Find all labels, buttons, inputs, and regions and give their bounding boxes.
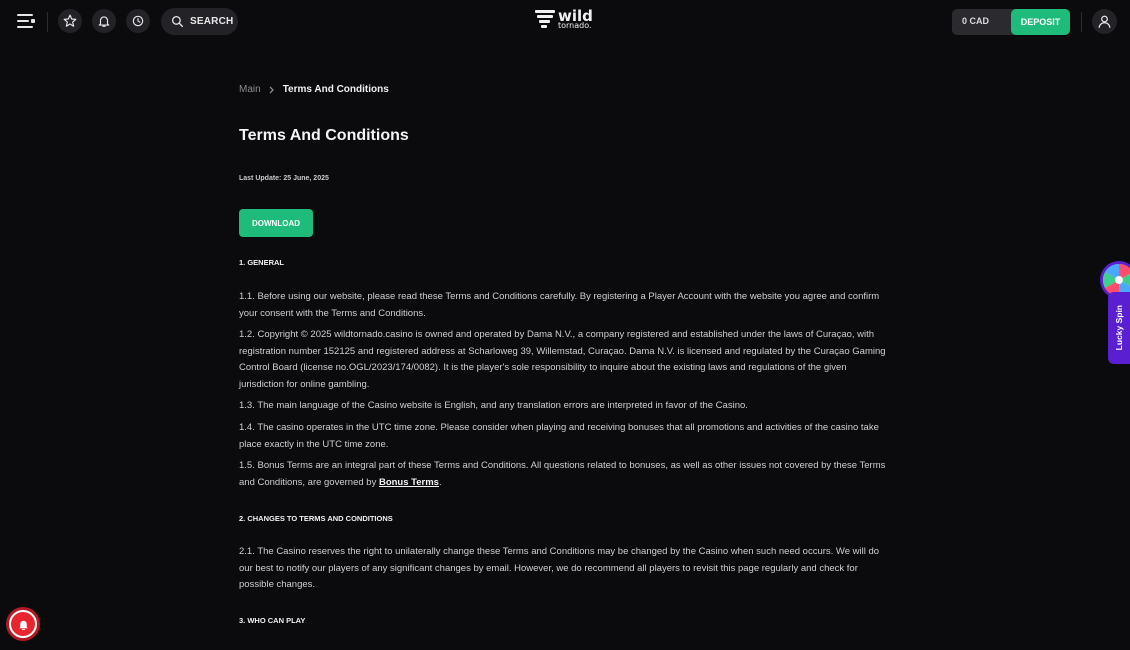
chevron-right-icon: [269, 86, 274, 93]
paragraph-1-1: 1.1. Before using our website, please re…: [239, 291, 880, 319]
lucky-spin-label: Lucky Spin: [1114, 305, 1124, 351]
paragraph-1-4: 1.4. The casino operates in the UTC time…: [239, 422, 879, 450]
balance-amount: 0 CAD: [962, 16, 990, 26]
paragraph-1-5-text: 1.5. Bonus Terms are an integral part of…: [239, 460, 886, 488]
notifications-button[interactable]: [92, 9, 116, 33]
breadcrumb: Main Terms And Conditions: [239, 84, 389, 95]
star-icon: [63, 14, 77, 27]
breadcrumb-current: Terms And Conditions: [282, 84, 389, 95]
notification-bell-button[interactable]: [9, 610, 37, 638]
section-heading-general: 1. GENERAL: [239, 258, 285, 267]
section-heading-changes: 2. CHANGES TO TERMS AND CONDITIONS: [239, 514, 393, 523]
header-divider: [47, 12, 48, 32]
tornado-logo-icon: [535, 10, 555, 28]
favorites-button[interactable]: [58, 9, 82, 33]
paragraph-1-5-end: .: [438, 476, 442, 488]
top-bar: SEARCH wild tornado. 0 CAD DEPOSIT: [0, 0, 1130, 44]
hamburger-menu-icon: [17, 14, 35, 28]
deposit-button[interactable]: DEPOSIT: [1011, 9, 1070, 35]
bell-icon: [98, 16, 110, 27]
user-icon: [1098, 15, 1111, 28]
download-button[interactable]: DOWNLOAD: [239, 209, 313, 237]
lucky-spin-widget[interactable]: Lucky Spin: [1098, 258, 1130, 366]
recent-games-button[interactable]: [126, 9, 150, 33]
page-title: Terms And Conditions: [239, 127, 409, 144]
history-icon: [132, 15, 144, 27]
paragraph-1-2: 1.2. Copyright © 2025 wildtornado.casino…: [239, 329, 886, 390]
bonus-terms-link[interactable]: Bonus Terms: [379, 477, 439, 488]
breadcrumb-main-link[interactable]: Main: [239, 84, 261, 95]
last-update-date: Last Update: 25 June, 2025: [239, 175, 329, 182]
lucky-spin-tab[interactable]: Lucky Spin: [1108, 292, 1130, 364]
search-button[interactable]: SEARCH: [161, 8, 238, 35]
paragraph-1-5: 1.5. Bonus Terms are an integral part of…: [239, 458, 887, 491]
menu-button[interactable]: [14, 9, 38, 33]
paragraph-2-1: 2.1. The Casino reserves the right to un…: [239, 546, 880, 590]
logo-word-tornado: tornado.: [558, 20, 592, 30]
profile-button[interactable]: [1092, 9, 1117, 34]
search-icon: [171, 15, 184, 28]
bell-icon: [18, 620, 28, 630]
header-divider-right: [1081, 12, 1082, 32]
paragraph-1-3: 1.3. The main language of the Casino web…: [239, 400, 748, 411]
section-heading-who-can-play: 3. WHO CAN PLAY: [239, 616, 306, 625]
site-logo[interactable]: wild tornado.: [534, 6, 593, 32]
search-label: SEARCH: [190, 16, 234, 27]
